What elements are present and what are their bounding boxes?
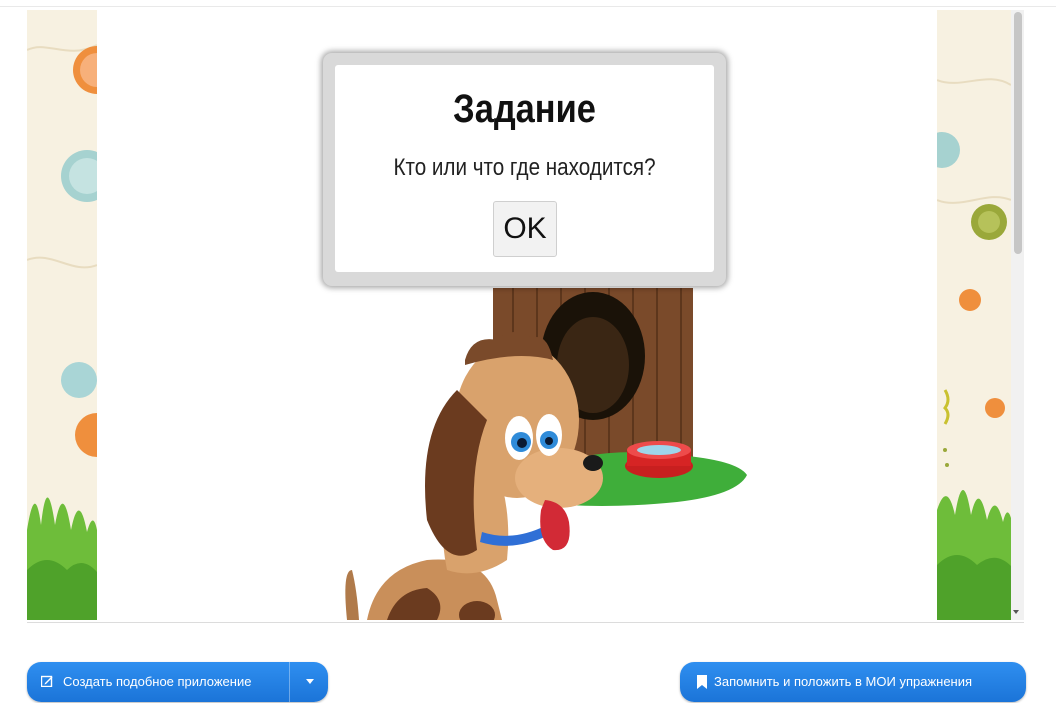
- left-decor-panel: [27, 10, 121, 620]
- caret-down-icon: [306, 679, 314, 684]
- save-to-my-exercises-button[interactable]: Запомнить и положить в МОИ упражнения: [680, 662, 1026, 702]
- create-similar-app-split-button[interactable]: Создать подобное приложение: [27, 662, 328, 702]
- task-dialog: Задание Кто или что где находится? OK: [323, 53, 726, 286]
- dog: [345, 331, 603, 620]
- task-dialog-body: Задание Кто или что где находится? OK: [335, 65, 714, 272]
- scroll-down-arrow-icon[interactable]: [1013, 610, 1019, 614]
- create-similar-app-button[interactable]: Создать подобное приложение: [27, 662, 289, 702]
- orange-dot: [959, 289, 981, 311]
- bookmark-icon: [697, 675, 707, 689]
- save-to-my-exercises-label: Запомнить и положить в МОИ упражнения: [714, 674, 973, 689]
- top-divider: [0, 6, 1056, 7]
- page: Задание Кто или что где находится? OK Со…: [0, 0, 1056, 703]
- scrollbar-thumb[interactable]: [1014, 12, 1022, 254]
- edit-icon: [41, 675, 53, 687]
- left-decor-illustration: [27, 44, 121, 620]
- create-app-dropdown-toggle[interactable]: [289, 662, 329, 702]
- dog-kennel-illustration: [345, 288, 747, 620]
- dog-bowl: [625, 441, 693, 478]
- create-similar-app-label: Создать подобное приложение: [63, 674, 252, 689]
- teal-dot: [61, 362, 97, 398]
- task-dialog-title: Задание: [453, 87, 596, 131]
- orange-dot: [75, 413, 119, 457]
- right-decor-panel: [924, 10, 1012, 620]
- ok-button[interactable]: OK: [493, 201, 557, 257]
- frame-divider: [27, 622, 1024, 623]
- vertical-scrollbar[interactable]: [1011, 10, 1024, 620]
- task-question-text: Кто или что где находится?: [393, 154, 656, 181]
- game-frame[interactable]: Задание Кто или что где находится? OK: [27, 10, 1024, 620]
- orange-dot: [985, 398, 1005, 418]
- right-decor-illustration: [924, 78, 1012, 620]
- teal-dot: [924, 132, 960, 168]
